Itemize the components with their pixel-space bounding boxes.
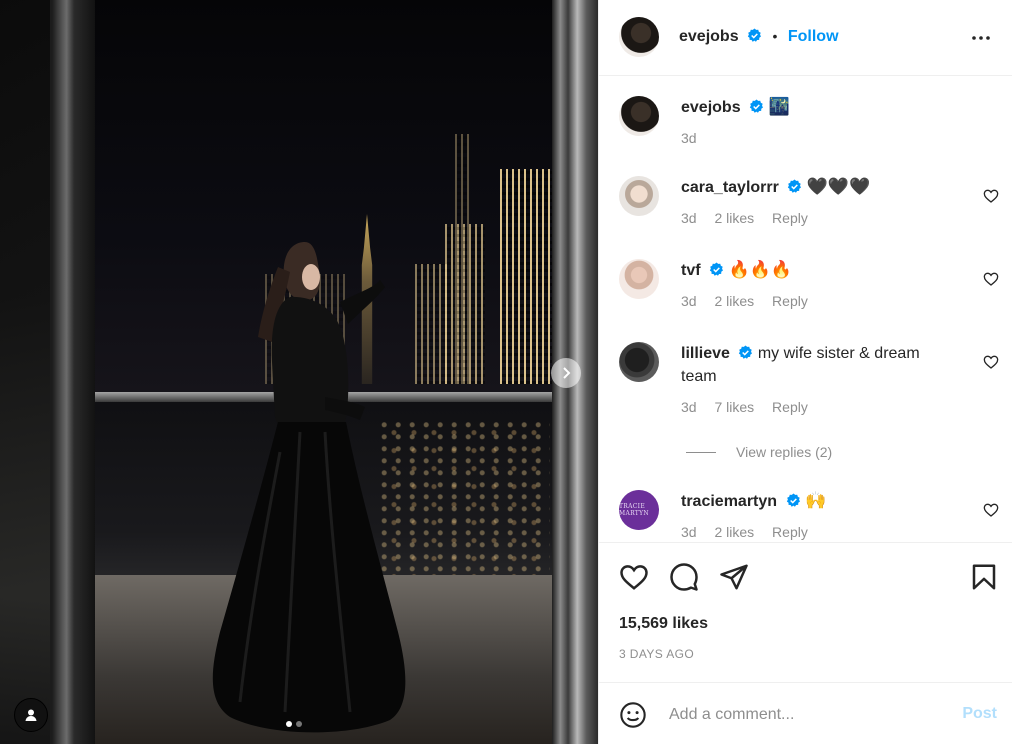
avatar[interactable] — [619, 342, 659, 382]
comment-body: traciemartyn 🙌 3d 2 likes Reply — [681, 490, 951, 542]
avatar[interactable] — [619, 17, 659, 57]
comment-username[interactable]: tvf — [681, 262, 701, 279]
tagged-users-button[interactable] — [14, 698, 48, 732]
comment-text: 🔥🔥🔥 — [728, 260, 792, 280]
bookmark-icon[interactable] — [969, 562, 999, 592]
carousel-indicator — [286, 721, 302, 727]
verified-badge-icon — [749, 99, 764, 113]
comment-item: lillieve my wife sister & dream team 3d … — [619, 342, 999, 427]
post-header: evejobs • Follow — [599, 0, 1012, 76]
comment-meta: 3d 2 likes Reply — [681, 521, 951, 542]
comment-body: cara_taylorrr 🖤🖤🖤 3d 2 likes Reply — [681, 176, 951, 230]
separator-bullet: • — [772, 28, 778, 44]
comment-time: 3d — [681, 524, 697, 540]
follow-button[interactable]: Follow — [788, 28, 839, 45]
comment-icon[interactable] — [669, 562, 699, 592]
heart-icon[interactable] — [983, 502, 999, 518]
comments-list[interactable]: evejobs 🌃 3d cara_taylorrr 🖤🖤🖤 3d 2 like… — [599, 76, 1012, 542]
window-frame-left — [0, 0, 95, 744]
comment-meta: 3d 2 likes Reply — [681, 207, 951, 230]
replies-divider — [686, 451, 716, 453]
caption-time: 3d — [681, 130, 697, 146]
caption-username[interactable]: evejobs — [681, 99, 741, 116]
comment-likes[interactable]: 7 likes — [714, 399, 754, 415]
caption-meta: 3d — [681, 127, 951, 150]
post-timestamp: 3 DAYS AGO — [619, 647, 695, 661]
chevron-right-icon — [563, 367, 571, 379]
comment-time: 3d — [681, 293, 697, 309]
heart-icon[interactable] — [619, 562, 649, 592]
comment-meta: 3d 2 likes Reply — [681, 290, 951, 313]
verified-badge-icon — [788, 179, 802, 193]
caption: evejobs 🌃 3d — [619, 96, 999, 156]
post-actions: 15,569 likes 3 DAYS AGO — [599, 542, 1012, 682]
comment-item: tvf 🔥🔥🔥 3d 2 likes Reply — [619, 259, 999, 319]
comment-text: 🖤🖤🖤 — [806, 177, 871, 197]
reply-button[interactable]: Reply — [772, 524, 808, 540]
comment-input[interactable] — [669, 703, 949, 727]
verified-badge-icon — [786, 493, 800, 507]
reply-button[interactable]: Reply — [772, 210, 808, 226]
user-tag-icon — [25, 709, 37, 721]
post-side-panel: evejobs • Follow evejobs 🌃 3d cara_taylo… — [598, 0, 1012, 744]
skyline-building — [455, 134, 469, 384]
avatar[interactable]: TRACIE MARTYN — [619, 490, 659, 530]
post-comment-button[interactable]: Post — [962, 705, 997, 723]
view-replies-label: View replies (2) — [736, 444, 833, 460]
comment-likes[interactable]: 2 likes — [714, 524, 754, 540]
comment-item: TRACIE MARTYN traciemartyn 🙌 3d 2 likes … — [619, 490, 999, 542]
comment-time: 3d — [681, 399, 697, 415]
reply-button[interactable]: Reply — [772, 293, 808, 309]
comment-likes[interactable]: 2 likes — [714, 210, 754, 226]
likes-count[interactable]: 15,569 likes — [619, 615, 708, 633]
comment-username[interactable]: traciemartyn — [681, 493, 777, 510]
woman-in-black-gown — [212, 242, 406, 733]
avatar[interactable] — [619, 96, 659, 136]
heart-icon[interactable] — [983, 188, 999, 204]
skyline-building — [500, 169, 558, 384]
comment-item: cara_taylorrr 🖤🖤🖤 3d 2 likes Reply — [619, 176, 999, 236]
comment-likes[interactable]: 2 likes — [714, 293, 754, 309]
avatar-logo-text: TRACIE MARTYN — [619, 503, 649, 517]
caption-body: evejobs 🌃 3d — [681, 96, 951, 150]
author-username[interactable]: evejobs — [679, 28, 739, 45]
comment-username[interactable]: lillieve — [681, 345, 730, 362]
verified-badge-icon — [747, 28, 762, 42]
comment-meta: 3d 7 likes Reply — [681, 396, 951, 419]
carousel-dot — [296, 721, 302, 727]
add-comment-bar: Post — [599, 682, 1012, 744]
comment-time: 3d — [681, 210, 697, 226]
header-author: evejobs • Follow — [679, 28, 839, 46]
verified-badge-icon — [709, 262, 723, 276]
heart-icon[interactable] — [983, 271, 999, 287]
verified-badge-icon — [739, 345, 753, 359]
comment-username[interactable]: cara_taylorrr — [681, 179, 779, 196]
caption-text: 🌃 — [768, 97, 790, 117]
post-photo[interactable] — [0, 0, 598, 744]
carousel-dot — [286, 721, 292, 727]
share-icon[interactable] — [719, 562, 749, 592]
next-photo-button[interactable] — [551, 358, 581, 388]
reply-button[interactable]: Reply — [772, 399, 808, 415]
comment-body: lillieve my wife sister & dream team 3d … — [681, 342, 951, 419]
emoji-icon[interactable] — [619, 701, 647, 729]
comment-body: tvf 🔥🔥🔥 3d 2 likes Reply — [681, 259, 951, 313]
heart-icon[interactable] — [983, 354, 999, 370]
view-replies-button[interactable]: View replies (2) — [686, 444, 832, 460]
avatar[interactable] — [619, 176, 659, 216]
avatar[interactable] — [619, 259, 659, 299]
comment-text: 🙌 — [804, 491, 827, 511]
more-options-icon[interactable] — [969, 26, 993, 50]
